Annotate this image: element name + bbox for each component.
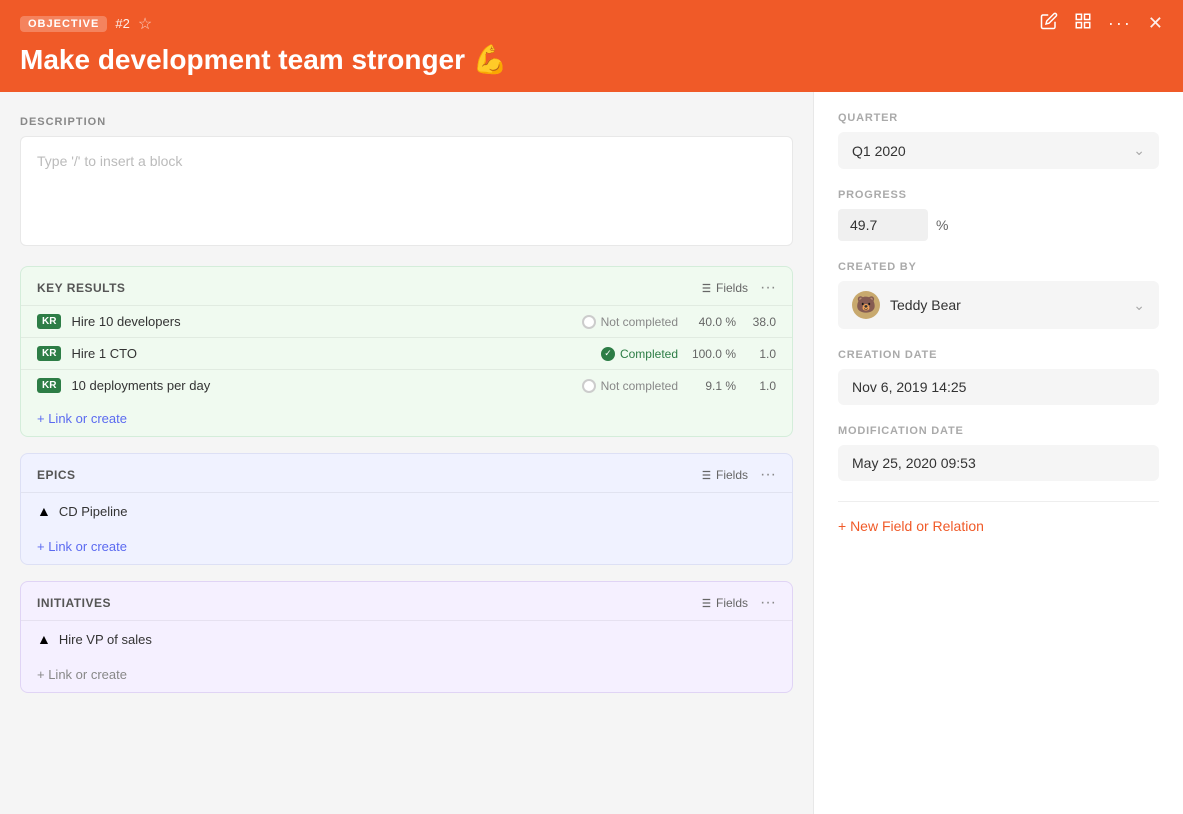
- modification-date-value: May 25, 2020 09:53: [838, 445, 1159, 481]
- quarter-label: QUARTER: [838, 112, 1159, 124]
- kr-name[interactable]: Hire 10 developers: [71, 314, 571, 329]
- header-actions: ··· ✕: [1040, 12, 1163, 35]
- description-label: DESCRIPTION: [20, 116, 793, 128]
- kr-value: 38.0: [746, 315, 776, 329]
- initiatives-fields-button[interactable]: Fields: [698, 596, 748, 610]
- creation-date-value: Nov 6, 2019 14:25: [838, 369, 1159, 405]
- list-item: ▲ Hire VP of sales: [21, 620, 792, 657]
- list-item: ▲ CD Pipeline: [21, 492, 792, 529]
- kr-name[interactable]: Hire 1 CTO: [71, 346, 591, 361]
- epics-link-create-button[interactable]: + Link or create: [21, 529, 143, 564]
- key-results-link-create-button[interactable]: + Link or create: [21, 401, 143, 436]
- kr-status: Not completed: [582, 315, 678, 329]
- progress-label: PROGRESS: [838, 189, 1159, 201]
- kr-name[interactable]: 10 deployments per day: [71, 378, 571, 393]
- status-label: Not completed: [601, 315, 678, 329]
- epics-header: EPICS Fields ···: [21, 454, 792, 492]
- objective-number: #2: [115, 16, 129, 31]
- initiative-name[interactable]: Hire VP of sales: [59, 632, 152, 647]
- status-circle-icon: [582, 315, 596, 329]
- kr-percent: 40.0 %: [688, 315, 736, 329]
- left-panel: DESCRIPTION Type '/' to insert a block K…: [0, 92, 813, 814]
- kr-value: 1.0: [746, 347, 776, 361]
- star-icon[interactable]: ☆: [138, 14, 152, 34]
- kr-value: 1.0: [746, 379, 776, 393]
- description-area[interactable]: Type '/' to insert a block: [20, 136, 793, 246]
- key-results-header: KEY RESULTS Fields ···: [21, 267, 792, 305]
- epics-actions: Fields ···: [698, 466, 776, 484]
- table-row: KR 10 deployments per day Not completed …: [21, 369, 792, 401]
- header-badge: OBJECTIVE #2 ☆: [20, 14, 152, 34]
- epic-icon: ▲: [37, 503, 51, 519]
- table-row: KR Hire 1 CTO ✓ Completed 100.0 % 1.0: [21, 337, 792, 369]
- initiatives-actions: Fields ···: [698, 594, 776, 612]
- initiatives-link-create-button[interactable]: + Link or create: [21, 657, 143, 692]
- close-button[interactable]: ✕: [1148, 13, 1163, 34]
- chevron-down-icon: ⌄: [1133, 142, 1145, 159]
- progress-unit: %: [936, 217, 948, 233]
- key-results-title: KEY RESULTS: [37, 281, 125, 295]
- initiatives-title: INITIATIVES: [37, 596, 111, 610]
- layout-button[interactable]: [1074, 12, 1092, 35]
- kr-badge: KR: [37, 378, 61, 393]
- creation-date-label: CREATION DATE: [838, 349, 1159, 361]
- epics-card: EPICS Fields ··· ▲ CD Pipeline + Link or…: [20, 453, 793, 565]
- header: OBJECTIVE #2 ☆ ··· ✕ Make development te…: [0, 0, 1183, 92]
- modification-date-section: MODIFICATION DATE May 25, 2020 09:53: [838, 425, 1159, 481]
- initiatives-card: INITIATIVES Fields ··· ▲ Hire VP of sale…: [20, 581, 793, 693]
- epic-name[interactable]: CD Pipeline: [59, 504, 128, 519]
- description-placeholder: Type '/' to insert a block: [37, 153, 182, 169]
- kr-badge: KR: [37, 314, 61, 329]
- created-by-section: CREATED BY 🐻 Teddy Bear ⌄: [838, 261, 1159, 329]
- quarter-section: QUARTER Q1 2020 ⌄: [838, 112, 1159, 169]
- key-results-card: KEY RESULTS Fields ··· KR Hire 10 develo…: [20, 266, 793, 437]
- kr-percent: 100.0 %: [688, 347, 736, 361]
- initiative-icon: ▲: [37, 631, 51, 647]
- progress-row: %: [838, 209, 1159, 241]
- status-label: Not completed: [601, 379, 678, 393]
- kr-badge: KR: [37, 346, 61, 361]
- edit-button[interactable]: [1040, 12, 1058, 35]
- creator-row: 🐻 Teddy Bear: [852, 291, 961, 319]
- created-by-label: CREATED BY: [838, 261, 1159, 273]
- kr-status: Not completed: [582, 379, 678, 393]
- chevron-down-icon: ⌄: [1133, 297, 1145, 314]
- initiatives-header: INITIATIVES Fields ···: [21, 582, 792, 620]
- status-label: Completed: [620, 347, 678, 361]
- quarter-dropdown[interactable]: Q1 2020 ⌄: [838, 132, 1159, 169]
- divider: [838, 501, 1159, 502]
- initiatives-more-button[interactable]: ···: [760, 594, 776, 612]
- kr-status: ✓ Completed: [601, 347, 678, 361]
- more-button[interactable]: ···: [1108, 13, 1132, 34]
- creator-dropdown[interactable]: 🐻 Teddy Bear ⌄: [838, 281, 1159, 329]
- modification-date-label: MODIFICATION DATE: [838, 425, 1159, 437]
- creation-date-section: CREATION DATE Nov 6, 2019 14:25: [838, 349, 1159, 405]
- new-field-button[interactable]: + New Field or Relation: [838, 518, 984, 534]
- kr-percent: 9.1 %: [688, 379, 736, 393]
- key-results-more-button[interactable]: ···: [760, 279, 776, 297]
- key-results-actions: Fields ···: [698, 279, 776, 297]
- page-title: Make development team stronger 💪: [20, 43, 1163, 76]
- epics-more-button[interactable]: ···: [760, 466, 776, 484]
- progress-section: PROGRESS %: [838, 189, 1159, 241]
- progress-input[interactable]: [838, 209, 928, 241]
- status-circle-icon: ✓: [601, 347, 615, 361]
- epics-fields-button[interactable]: Fields: [698, 468, 748, 482]
- objective-badge: OBJECTIVE: [20, 16, 107, 32]
- key-results-fields-button[interactable]: Fields: [698, 281, 748, 295]
- main-content: DESCRIPTION Type '/' to insert a block K…: [0, 92, 1183, 814]
- avatar: 🐻: [852, 291, 880, 319]
- right-panel: QUARTER Q1 2020 ⌄ PROGRESS % CREATED BY …: [813, 92, 1183, 814]
- status-circle-icon: [582, 379, 596, 393]
- table-row: KR Hire 10 developers Not completed 40.0…: [21, 305, 792, 337]
- epics-title: EPICS: [37, 468, 76, 482]
- creator-name: Teddy Bear: [890, 297, 961, 313]
